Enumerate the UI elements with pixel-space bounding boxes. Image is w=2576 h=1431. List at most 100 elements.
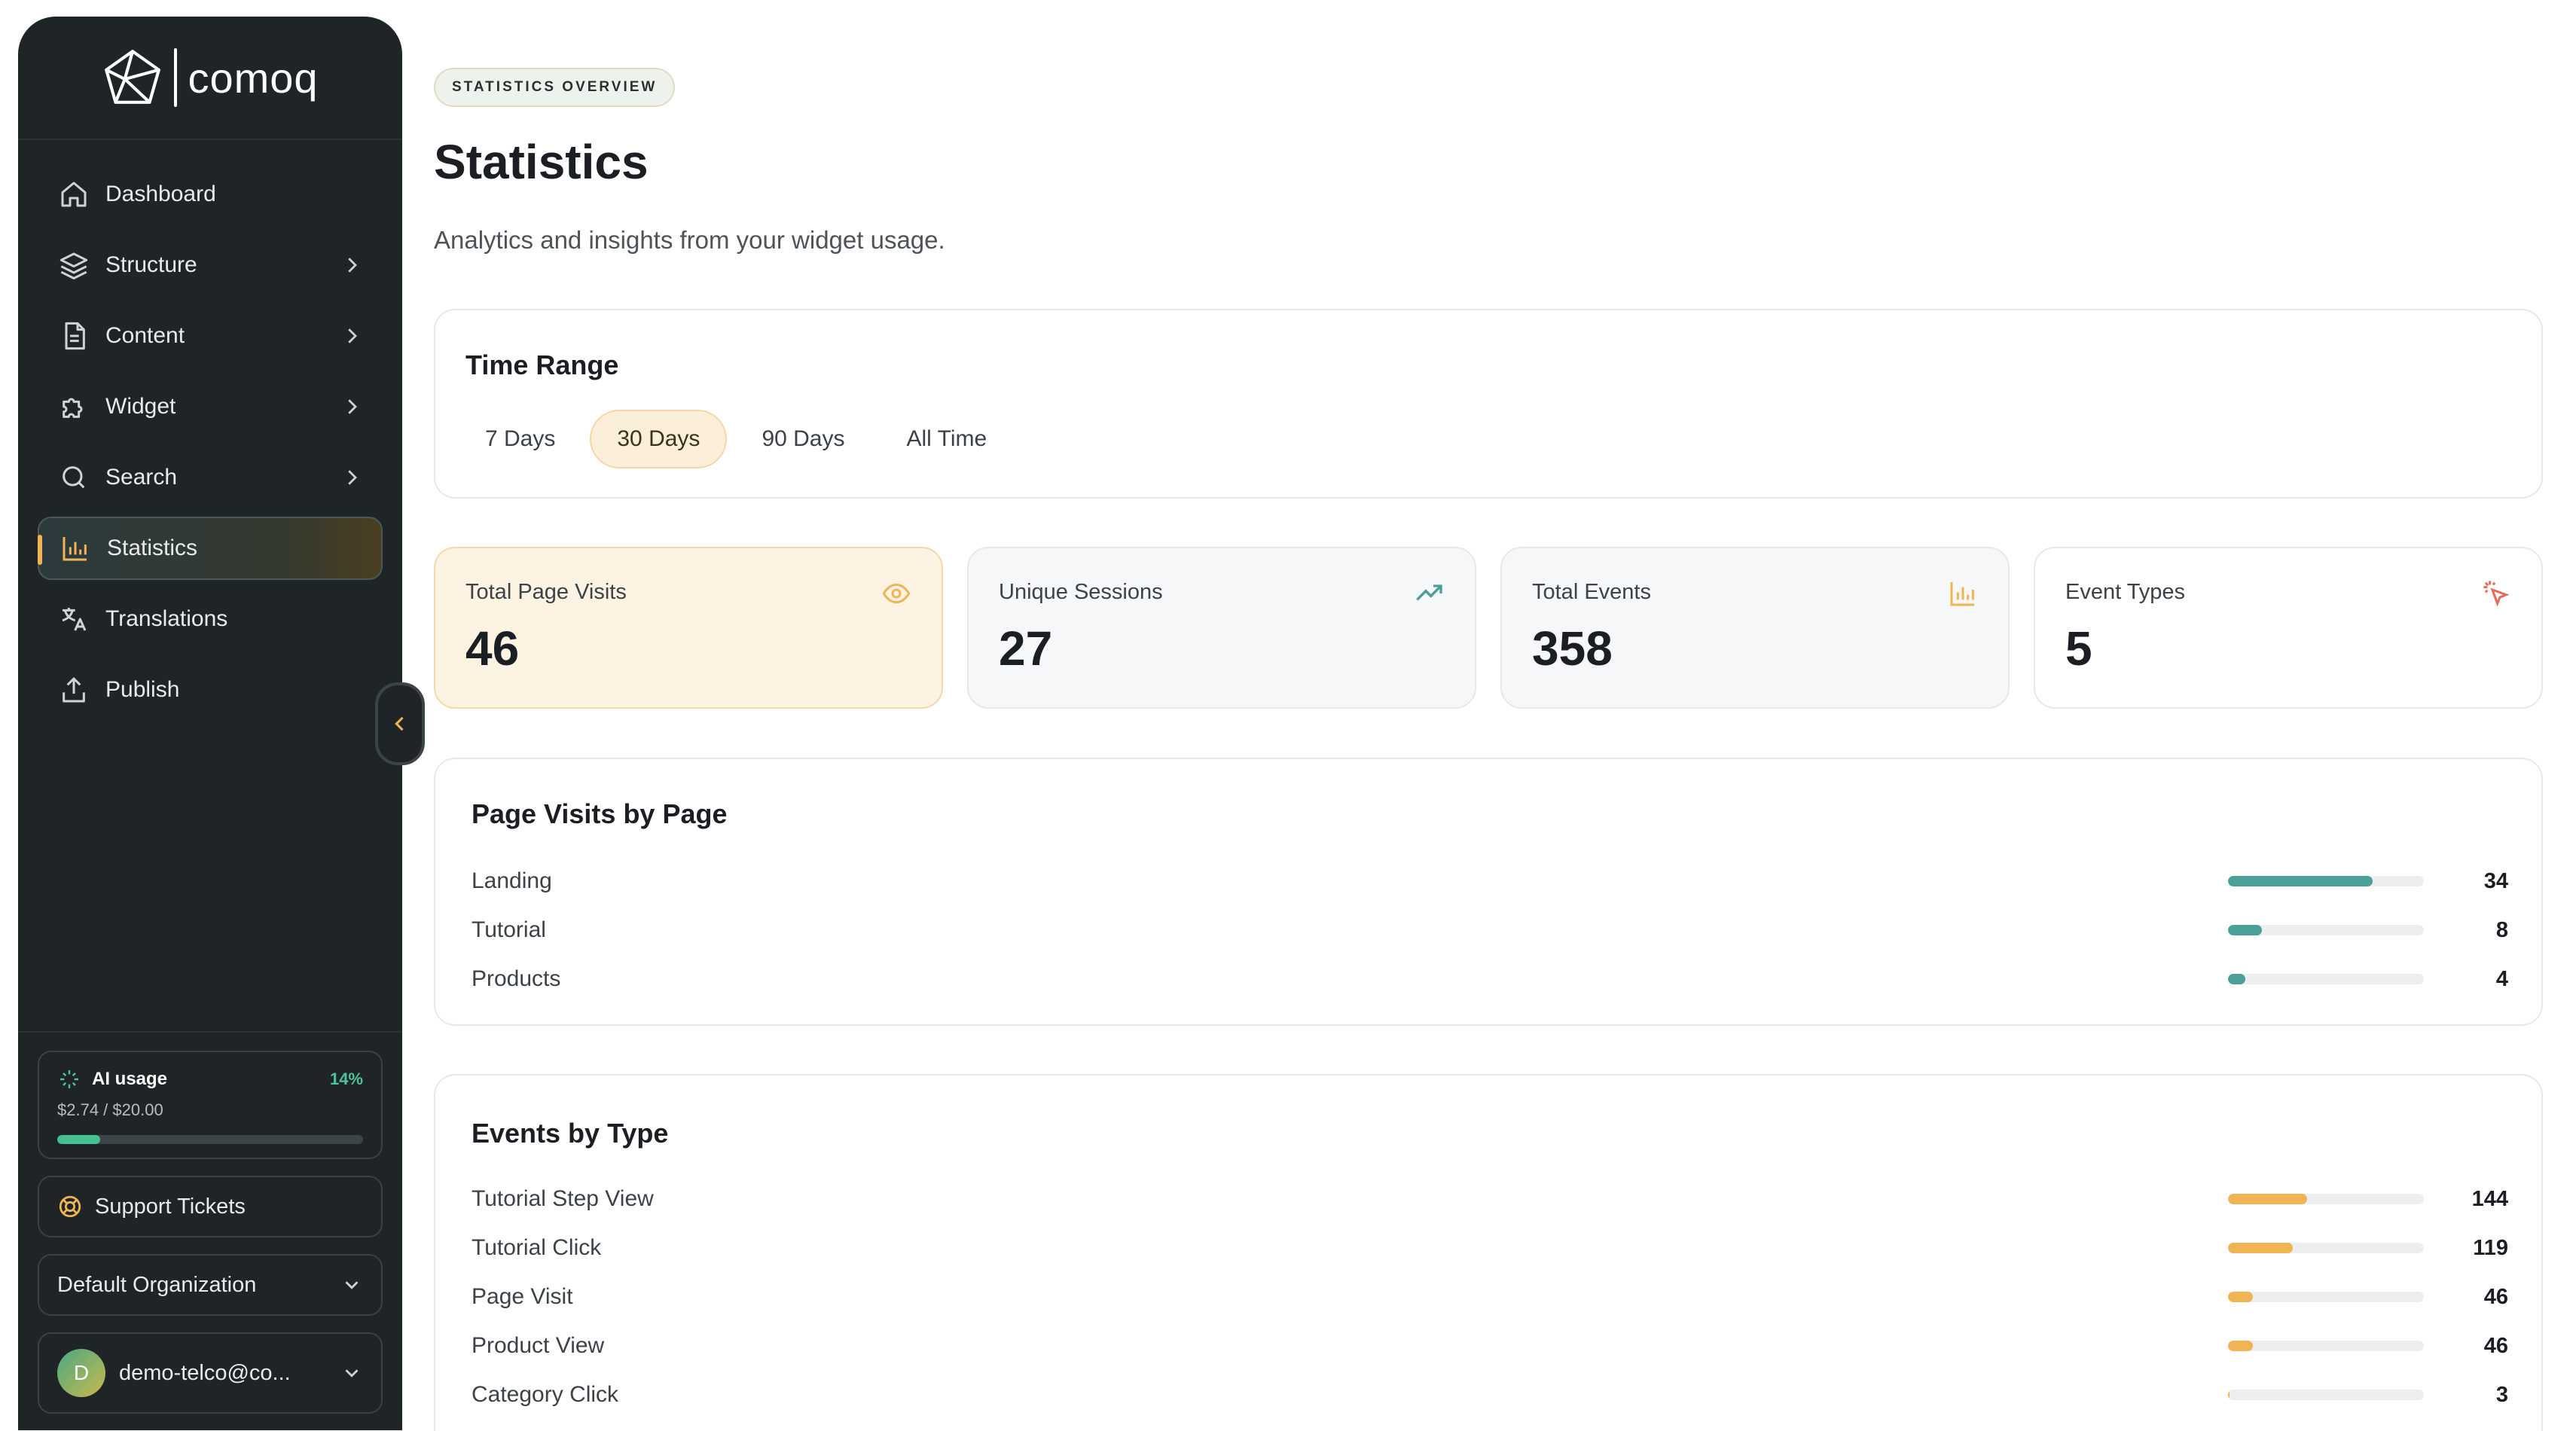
puzzle-icon — [57, 390, 90, 423]
list-item-value: 3 — [2495, 1382, 2508, 1407]
stat-value: 5 — [2065, 621, 2092, 676]
chevron-left-icon — [395, 716, 404, 731]
list-item-label: Tutorial Step View — [472, 1186, 654, 1211]
progress-bar-fill — [2228, 925, 2263, 935]
stat-card-total-page-visits: Total Page Visits 46 — [434, 547, 943, 709]
progress-bar — [2228, 1341, 2424, 1351]
tab-all-time[interactable]: All Time — [880, 410, 1015, 468]
progress-bar-fill — [2228, 1390, 2230, 1400]
sidebar-item-label: Publish — [105, 677, 180, 702]
user-menu[interactable]: D demo-telco@co... — [38, 1332, 383, 1414]
page-title: Statistics — [434, 135, 649, 189]
ai-usage-cost: $2.74 / $20.00 — [57, 1100, 163, 1119]
list-item: Category Click 3 — [472, 1380, 2508, 1410]
chevron-right-icon — [348, 399, 357, 414]
list-item: Tutorial 8 — [472, 915, 2508, 945]
brand-name: comoq — [188, 53, 319, 102]
list-item: Page Visit 46 — [472, 1282, 2508, 1312]
ai-usage-progress-fill — [57, 1135, 100, 1144]
progress-bar — [2228, 925, 2424, 935]
sidebar-item-search[interactable]: Search — [38, 446, 383, 509]
eye-icon — [882, 583, 911, 604]
sidebar-item-publish[interactable]: Publish — [38, 658, 383, 722]
trending-up-icon — [1416, 584, 1442, 601]
list-item-value: 46 — [2483, 1333, 2508, 1358]
stat-card-unique-sessions: Unique Sessions 27 — [967, 547, 1476, 709]
list-item: Product View 46 — [472, 1331, 2508, 1361]
stat-value: 46 — [465, 621, 520, 676]
chevron-right-icon — [348, 328, 357, 343]
bar-chart-icon — [1950, 582, 1974, 606]
progress-bar — [2228, 1390, 2424, 1400]
stat-label: Unique Sessions — [999, 580, 1163, 604]
tab-90-days[interactable]: 90 Days — [734, 410, 871, 468]
sidebar-footer: AI usage 14% $2.74 / $20.00 Support Tick… — [18, 1031, 402, 1430]
list-item-label: Products — [472, 966, 561, 991]
progress-bar-fill — [2228, 1292, 2254, 1302]
page-visits-card: Page Visits by Page Landing 34 Tutorial 8 Pr… — [434, 758, 2543, 1026]
sidebar-nav: Dashboard Structure Content Widget Searc… — [18, 140, 402, 722]
sidebar-item-content[interactable]: Content — [38, 304, 383, 368]
page-visits-title: Page Visits by Page — [472, 798, 728, 829]
time-range-title: Time Range — [465, 349, 619, 380]
progress-bar-fill — [2228, 1243, 2294, 1253]
sidebar-item-label: Statistics — [107, 535, 198, 560]
list-item: Products 4 — [472, 964, 2508, 994]
list-item-value: 46 — [2483, 1284, 2508, 1309]
progress-bar — [2228, 876, 2424, 886]
list-item: Landing 34 — [472, 866, 2508, 896]
brand[interactable]: comoq — [18, 17, 402, 140]
sidebar-item-label: Content — [105, 323, 185, 348]
document-icon — [57, 319, 90, 352]
list-item: Tutorial Click 119 — [472, 1233, 2508, 1263]
stat-label: Total Events — [1532, 580, 1651, 604]
ai-usage-progress — [57, 1135, 363, 1144]
support-tickets-button[interactable]: Support Tickets — [38, 1176, 383, 1237]
upload-icon — [57, 673, 90, 706]
sidebar: comoq Dashboard Structure Content Widget… — [18, 17, 402, 1430]
page-subtitle: Analytics and insights from your widget … — [434, 226, 945, 254]
tab-30-days[interactable]: 30 Days — [590, 410, 728, 468]
collapse-sidebar-button[interactable] — [375, 682, 425, 765]
list-item-label: Product View — [472, 1333, 605, 1358]
progress-bar-fill — [2228, 1194, 2307, 1204]
sidebar-item-label: Search — [105, 465, 178, 490]
progress-bar — [2228, 1194, 2424, 1204]
list-item-label: Category Click — [472, 1382, 619, 1407]
sidebar-item-structure[interactable]: Structure — [38, 233, 383, 297]
list-item-label: Tutorial — [472, 917, 546, 942]
search-icon — [57, 461, 90, 494]
organization-label: Default Organization — [57, 1272, 257, 1297]
organization-select[interactable]: Default Organization — [38, 1254, 383, 1316]
tab-7-days[interactable]: 7 Days — [458, 410, 582, 468]
translate-icon — [57, 603, 90, 636]
progress-bar-fill — [2228, 876, 2373, 886]
click-icon — [2483, 581, 2510, 607]
sidebar-item-statistics[interactable]: Statistics — [38, 517, 383, 580]
ai-usage-percent: 14% — [329, 1069, 363, 1088]
events-by-type-card: Events by Type Tutorial Step View 144 Tuto… — [434, 1074, 2543, 1431]
list-item: Tutorial Step View 144 — [472, 1184, 2508, 1214]
sidebar-item-widget[interactable]: Widget — [38, 375, 383, 438]
list-item-label: Tutorial Click — [472, 1235, 602, 1260]
progress-bar — [2228, 1292, 2424, 1302]
stat-label: Event Types — [2065, 580, 2186, 604]
events-title: Events by Type — [472, 1118, 669, 1149]
home-icon — [57, 178, 90, 211]
bar-chart-icon — [59, 532, 92, 565]
sidebar-item-translations[interactable]: Translations — [38, 587, 383, 651]
list-item-label: Landing — [472, 868, 552, 893]
ai-usage-title: AI usage — [92, 1069, 168, 1089]
stat-card-event-types: Event Types 5 — [2034, 547, 2543, 709]
list-item-value: 8 — [2495, 917, 2508, 942]
chevron-down-icon — [345, 1369, 359, 1378]
progress-bar-fill — [2228, 1341, 2254, 1351]
layers-icon — [57, 249, 90, 282]
stat-value: 27 — [999, 621, 1053, 676]
sidebar-item-dashboard[interactable]: Dashboard — [38, 163, 383, 226]
ai-usage-card[interactable]: AI usage 14% $2.74 / $20.00 — [38, 1051, 383, 1159]
list-item-value: 119 — [2473, 1235, 2508, 1260]
sidebar-item-label: Structure — [105, 252, 197, 277]
user-email: demo-telco@co... — [119, 1360, 291, 1385]
sidebar-item-label: Dashboard — [105, 182, 216, 206]
